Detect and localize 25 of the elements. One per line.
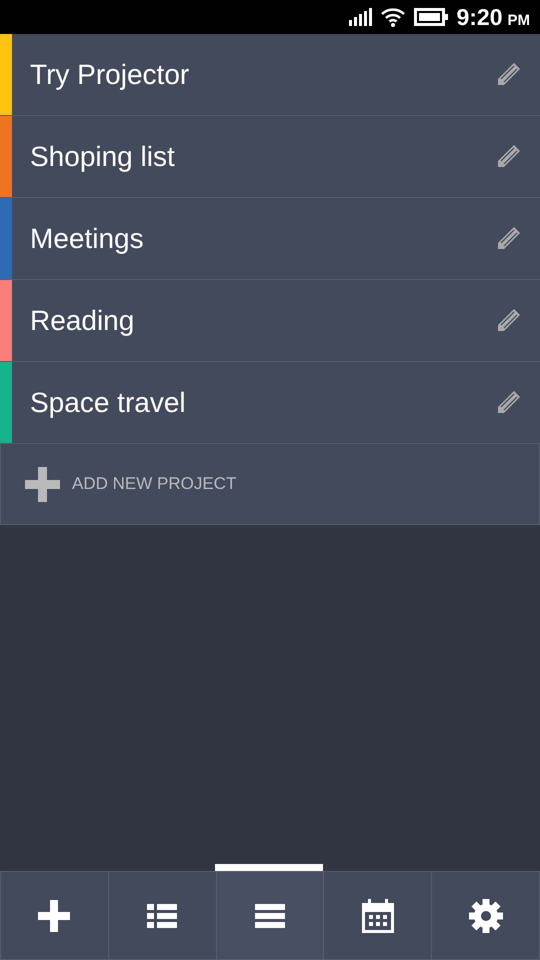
project-row[interactable]: Shoping list bbox=[0, 116, 540, 198]
nav-tab[interactable] bbox=[0, 871, 109, 960]
wifi-icon bbox=[380, 7, 406, 27]
clock-period: PM bbox=[508, 12, 530, 28]
nav-tab[interactable] bbox=[324, 871, 432, 960]
project-name: Reading bbox=[29, 304, 136, 336]
nav-tab[interactable] bbox=[216, 871, 324, 960]
nav-tab[interactable] bbox=[432, 871, 540, 960]
clock-time: 9:20 bbox=[456, 4, 502, 30]
settings-icon bbox=[468, 898, 503, 932]
calendar-icon bbox=[360, 898, 395, 932]
add-project-button[interactable]: ADD NEW PROJECT bbox=[0, 444, 540, 525]
battery-icon bbox=[414, 8, 448, 26]
project-row[interactable]: Try Projector bbox=[0, 34, 540, 116]
project-name: Space travel bbox=[29, 386, 187, 418]
project-name: Meetings bbox=[29, 222, 145, 254]
signal-icon bbox=[349, 8, 372, 26]
project-row[interactable]: Space travel bbox=[0, 362, 540, 444]
project-name: Shoping list bbox=[29, 140, 176, 172]
plus-icon bbox=[25, 466, 60, 502]
nav-tab[interactable] bbox=[108, 871, 217, 960]
plus-icon bbox=[37, 898, 72, 932]
project-row[interactable]: Meetings bbox=[0, 198, 540, 280]
project-row[interactable]: Reading bbox=[0, 280, 540, 362]
project-name: Try Projector bbox=[29, 58, 190, 90]
